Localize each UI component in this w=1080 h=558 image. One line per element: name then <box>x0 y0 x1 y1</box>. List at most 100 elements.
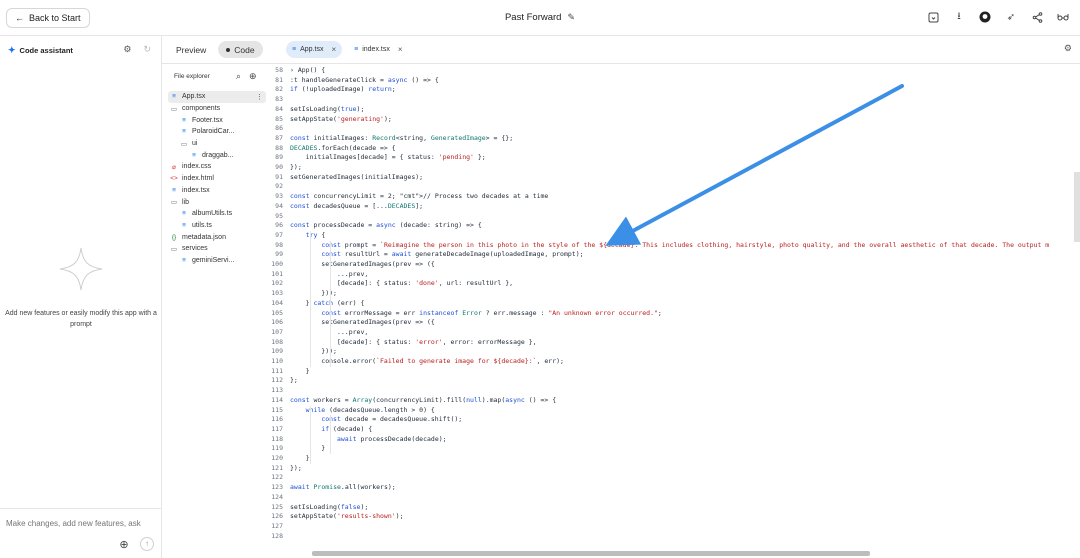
file-tab-index-tsx[interactable]: ≡ index.tsx × <box>348 41 408 58</box>
code-text: }); <box>290 163 302 171</box>
code-line: 86 <box>268 124 290 134</box>
app-title[interactable]: Past Forward ✎ <box>0 12 1080 23</box>
code-line: 82 if (!uploadedImage) return; <box>268 85 396 95</box>
code-text: const initialImages: Record<string, Gene… <box>290 133 514 142</box>
prompt-input[interactable] <box>6 519 156 528</box>
code-line: 124 <box>268 493 290 503</box>
file-tree-item[interactable]: ▭ ui <box>168 138 266 150</box>
code-line: 109 })); <box>268 347 337 357</box>
vertical-scrollbar[interactable] <box>1074 172 1080 242</box>
preview-tab[interactable]: Preview <box>168 41 214 58</box>
code-text: const prompt = `Reimagine the person in … <box>321 240 1050 249</box>
file-explorer-title: File explorer <box>174 73 210 80</box>
refresh-icon[interactable]: ↻ <box>143 44 151 55</box>
code-text: await Promise.all(workers); <box>290 483 396 492</box>
code-line: 88 DECADES.forEach(decade => { <box>268 144 396 154</box>
send-arrow-icon[interactable]: ↑ <box>140 537 154 551</box>
file-tree-item[interactable]: ≡ App.tsx ⋮ <box>168 91 266 103</box>
file-tree-label: index.css <box>182 163 212 171</box>
file-tree-label: lib <box>182 198 190 206</box>
code-line: 112}; <box>268 376 298 386</box>
code-line: 104 } catch (err) { <box>268 299 364 309</box>
code-line: 118 await processDecade(decade); <box>268 435 446 445</box>
open-file-tabs: ≡ App.tsx × ≡ index.tsx × <box>286 41 409 58</box>
line-number: 82 <box>275 85 283 94</box>
assistant-header: ✦ Code assistant <box>8 45 73 56</box>
download-icon[interactable]: ⭳ <box>952 10 966 24</box>
glasses-icon[interactable] <box>1056 10 1070 24</box>
code-line: 120 } <box>268 454 309 464</box>
code-line: 128 <box>268 532 290 542</box>
file-tree-item[interactable]: ▭ services <box>168 243 266 255</box>
line-number: 108 <box>271 337 283 346</box>
share-icon[interactable] <box>1030 10 1044 24</box>
line-number: 124 <box>271 492 283 501</box>
file-tree-label: draggab... <box>202 151 234 159</box>
code-text: const decade = decadesQueue.shift(); <box>321 415 463 424</box>
code-text: › App() { <box>290 66 326 74</box>
code-line: 125 setIsLoading(false); <box>268 503 368 513</box>
file-lines-icon: ≡ <box>182 256 186 264</box>
line-number: 94 <box>275 201 283 210</box>
code-text: setGeneratedImages(prev => ({ <box>290 260 435 268</box>
file-tree-item[interactable]: ≡ draggab... <box>168 149 266 161</box>
save-to-drive-icon[interactable] <box>926 10 940 24</box>
settings-gear-icon[interactable]: ⚙ <box>123 44 131 55</box>
search-icon[interactable]: ⌕ <box>236 71 241 82</box>
line-number: 125 <box>271 502 283 511</box>
github-icon[interactable] <box>978 10 992 24</box>
folder-icon: ▭ <box>180 140 188 148</box>
code-line: 108 [decade]: { status: 'error', error: … <box>268 337 536 348</box>
add-file-icon[interactable]: ⊕ <box>249 71 257 82</box>
file-tree-item[interactable]: ≡ albumUtils.ts <box>168 208 266 220</box>
file-tree-label: metadata.json <box>182 233 226 241</box>
code-editor[interactable]: 58 › App() {81 :t handleGenerateClick = as… <box>268 64 1080 548</box>
file-tree-item[interactable]: ≡ Footer.tsx <box>168 114 266 126</box>
file-tree-label: components <box>182 105 221 113</box>
file-tree-item[interactable]: ≡ index.tsx <box>168 185 266 197</box>
file-lines-icon: ≡ <box>354 46 359 53</box>
file-tree-item[interactable]: ≡ utils.ts <box>168 220 266 232</box>
code-line: 89 initialImages[decade] = { status: 'pe… <box>268 153 486 163</box>
file-tab-app-tsx[interactable]: ≡ App.tsx × <box>286 41 343 58</box>
file-tree-item[interactable]: ≡ PolaroidCar... <box>168 126 266 138</box>
file-tree-item[interactable]: ≡ geminiServi... <box>168 255 266 267</box>
code-text: while (decadesQueue.length > 0) { <box>305 405 435 414</box>
close-icon[interactable]: × <box>398 45 403 54</box>
code-text: :t handleGenerateClick = async () => { <box>290 75 439 84</box>
code-text: const resultUrl = await generateDecadeIm… <box>321 250 584 259</box>
code-line: 58 › App() { <box>268 66 325 76</box>
code-text: DECADES.forEach(decade => { <box>290 143 396 152</box>
editor-settings-gear-icon[interactable]: ⚙ <box>1064 43 1072 54</box>
code-text: setIsLoading(true); <box>290 104 365 113</box>
code-line: 106 setGeneratedImages(prev => ({ <box>268 318 435 328</box>
line-number: 109 <box>271 347 283 356</box>
file-tab-label: App.tsx <box>300 46 324 53</box>
file-tree-item[interactable]: <> index.html <box>168 173 266 185</box>
horizontal-scrollbar[interactable] <box>312 551 870 556</box>
code-line: 91 setGeneratedImages(initialImages); <box>268 173 423 183</box>
file-tree-item[interactable]: ⌀ index.css <box>168 161 266 173</box>
file-tree-label: utils.ts <box>192 221 212 229</box>
pencil-icon[interactable]: ✎ <box>567 12 575 22</box>
file-tree-item[interactable]: {} metadata.json <box>168 231 266 243</box>
code-tab[interactable]: Code <box>218 41 263 58</box>
line-number: 96 <box>275 221 283 230</box>
file-tree-label: App.tsx <box>182 93 206 101</box>
more-options-icon[interactable]: ⋮ <box>256 93 263 101</box>
code-line: 84 setIsLoading(true); <box>268 105 364 115</box>
rocket-icon[interactable]: ➶ <box>1004 10 1018 24</box>
line-number: 81 <box>275 75 283 84</box>
line-number: 122 <box>271 473 283 482</box>
code-text: setIsLoading(false); <box>290 502 369 511</box>
line-number: 107 <box>271 327 283 336</box>
line-number: 87 <box>275 133 283 142</box>
code-line: 116 const decade = decadesQueue.shift(); <box>268 415 462 425</box>
code-line: 105 const errorMessage = err instanceof … <box>268 309 662 319</box>
close-icon[interactable]: × <box>331 45 336 54</box>
add-attachment-icon[interactable]: ⊕ <box>118 539 130 551</box>
line-number: 127 <box>271 521 283 530</box>
line-number: 103 <box>271 289 283 298</box>
file-tree-item[interactable]: ▭ lib <box>168 196 266 208</box>
file-tree-item[interactable]: ▭ components <box>168 103 266 115</box>
